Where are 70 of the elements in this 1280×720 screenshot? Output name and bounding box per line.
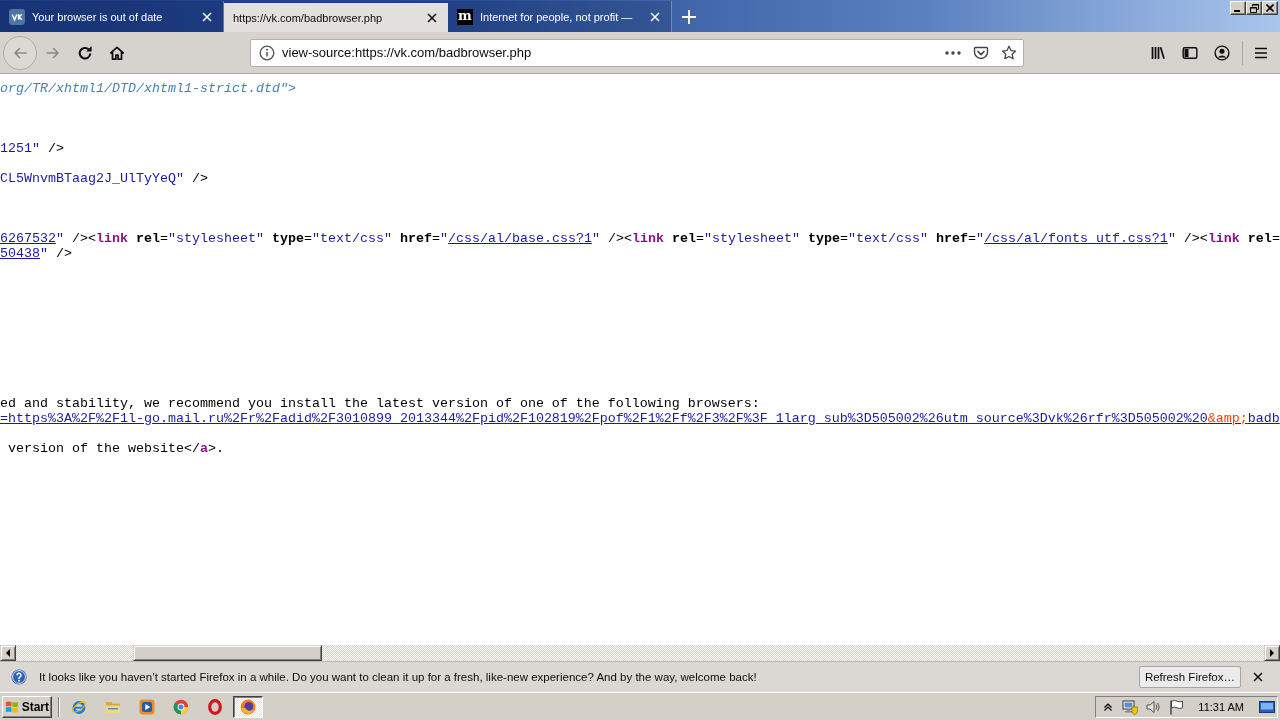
scroll-left-button[interactable] [0, 645, 16, 661]
pocket-icon[interactable] [973, 44, 989, 61]
source-line: 1251" /> [0, 141, 65, 156]
globe-icon [240, 698, 256, 715]
source-link[interactable]: /css/al/base.css?1 [447, 231, 592, 246]
tab-title: https://vk.com/badbrowser.php [233, 11, 384, 24]
desktop-icon[interactable] [1259, 700, 1275, 713]
plus-icon [682, 9, 696, 24]
tab-close-button[interactable] [425, 10, 439, 25]
source-link[interactable]: 50438 [0, 246, 40, 261]
question-icon [11, 669, 27, 685]
speaker-icon[interactable] [1145, 698, 1162, 715]
source-line: CL5WnvmBTaag2J_UlTyYeQ" /> [0, 171, 209, 186]
right-triangle-icon [1268, 649, 1276, 657]
minimize-button[interactable] [1230, 1, 1246, 15]
start-button[interactable]: Start [2, 695, 52, 718]
horizontal-scrollbar[interactable] [0, 645, 1280, 661]
left-triangle-icon [4, 649, 12, 657]
source-link[interactable]: 6267532 [0, 231, 56, 246]
scrollbar-thumb[interactable] [133, 645, 322, 661]
source-link[interactable]: badb [1247, 411, 1280, 426]
browser-tab[interactable]: Your browser is out of date [0, 1, 224, 32]
caret-icon[interactable] [1104, 702, 1113, 711]
clock-time[interactable]: 11:31 AM [1198, 700, 1244, 713]
close-icon [1253, 672, 1263, 682]
close-icon [1266, 4, 1274, 12]
source-line: 6267532" /><link rel="stylesheet" type="text/css" href="/css/al/base.css?1" /><link rel="stylesheet" type="text/css" href="/css/al/fonts_utf.css?1" /><link rel= [0, 231, 1280, 246]
ring-icon [207, 698, 223, 715]
home-icon [109, 44, 125, 61]
star-icon[interactable] [1001, 44, 1017, 61]
tab-close-button[interactable] [648, 9, 662, 24]
windows-flag-icon [5, 698, 20, 715]
source-line: ed and stability, we recommend you install the latest version of one of the following browsers: [0, 396, 761, 411]
close-window-button[interactable] [1262, 1, 1278, 15]
browser-tab[interactable]: m Internet for people, not profit — [448, 1, 672, 32]
source-line: org/TR/xhtml1/DTD/xhtml1-strict.dtd"> [0, 81, 297, 96]
more-dots-icon[interactable] [945, 50, 961, 55]
address-text: view-source:https://vk.com/badbrowser.php [282, 45, 533, 60]
source-line: version of the website</a>. [7, 441, 225, 456]
info-icon[interactable] [259, 44, 275, 61]
site-logo-icon [9, 8, 25, 25]
flag-icon[interactable] [1168, 698, 1185, 715]
source-line: 50438" /> [0, 246, 73, 261]
taskbar-app-button[interactable] [233, 695, 263, 718]
library-icon [1150, 44, 1166, 61]
source-line: =https%3A%2F%2F1l-go.mail.ru%2Fr%2Fadid%2F3010899_2013344%2Fpid%2F102819%2Fpof%2F1%2Ff%2F3%2F%3F_1larg_sub%3D505002%26utm_source%3Dvk%26rfr%3D505002%20&amp;badb [0, 411, 1280, 426]
browser-tab[interactable]: https://vk.com/badbrowser.php [224, 1, 448, 32]
refresh-firefox-button[interactable]: Refresh Firefox… [1138, 666, 1241, 688]
site-logo: m [457, 8, 473, 25]
restore-icon [1249, 3, 1259, 13]
account-icon [1214, 44, 1230, 61]
close-notification-button[interactable] [1252, 671, 1264, 683]
scroll-right-button[interactable] [1264, 645, 1280, 661]
sidebar-icon [1182, 44, 1198, 61]
tab-title: Internet for people, not profit — [480, 10, 634, 23]
tab-title: Your browser is out of date [32, 10, 164, 23]
wheel-icon [173, 698, 189, 715]
close-icon [202, 11, 212, 22]
source-link[interactable]: =https%3A%2F%2F1l-go.mail.ru%2Fr%2Fadid%2F3010899_2013344%2Fpid%2F102819%2Fpof%2F1%2Ff%2F3%2F%3F_1larg_sub%3D505002%26utm_source%3Dvk%26rfr%3D505002%20 [0, 411, 1208, 426]
tab-close-button[interactable] [200, 9, 214, 24]
restore-button[interactable] [1246, 1, 1262, 15]
close-icon [650, 11, 660, 22]
reload-icon [77, 44, 93, 61]
address-bar[interactable]: view-source:https://vk.com/badbrowser.php [250, 38, 1024, 67]
play-icon [139, 698, 155, 715]
notification-message: It looks like you haven’t started Firefox in a while. Do you want to clean it up for a fresh, like-new experience? And by the way, welcome back! [39, 671, 757, 683]
network-icon[interactable] [1122, 698, 1139, 715]
source-link[interactable]: /css/al/fonts_utf.css?1 [983, 231, 1168, 246]
close-icon [427, 12, 437, 23]
orbit-globe-icon [71, 698, 87, 715]
